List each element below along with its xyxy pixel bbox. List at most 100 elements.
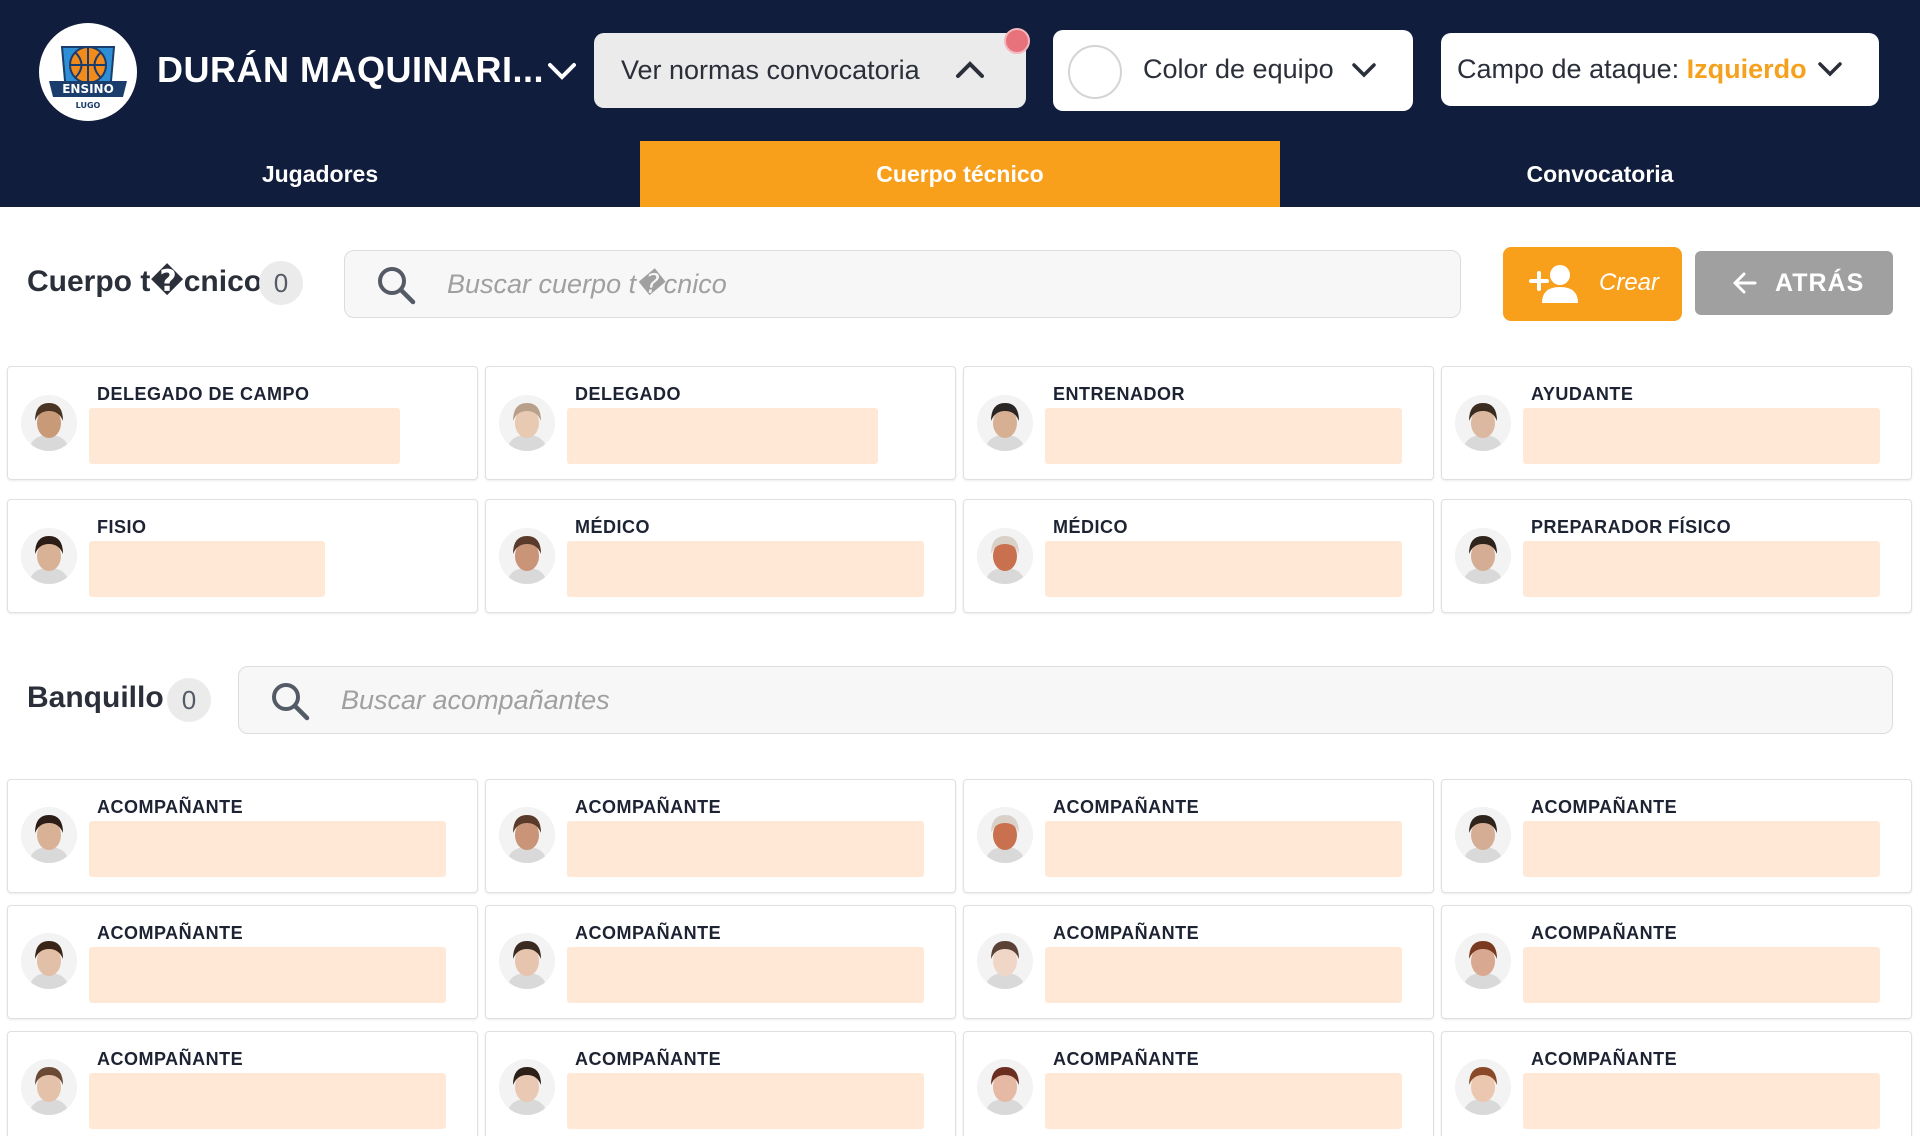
staff-count-badge: 0 — [259, 261, 303, 305]
member-name-redacted — [1523, 947, 1880, 1003]
avatar — [21, 395, 77, 451]
member-role: ACOMPAÑANTE — [97, 923, 244, 943]
chevron-up-icon — [956, 61, 984, 78]
member-role: DELEGADO DE CAMPO — [97, 384, 310, 404]
member-role: ACOMPAÑANTE — [1531, 923, 1678, 943]
avatar — [499, 807, 555, 863]
avatar — [499, 1059, 555, 1115]
staff-card[interactable]: ENTRENADOR — [963, 366, 1434, 480]
bench-count-badge: 0 — [167, 678, 211, 722]
staff-card[interactable]: MÉDICO — [963, 499, 1434, 613]
avatar — [1455, 528, 1511, 584]
bench-card[interactable]: ACOMPAÑANTE — [1441, 779, 1912, 893]
bench-card[interactable]: ACOMPAÑANTE — [963, 1031, 1434, 1136]
back-button-label: ATRÁS — [1775, 269, 1865, 297]
member-name-redacted — [567, 408, 878, 464]
search-icon — [272, 683, 310, 721]
tab-convocatoria[interactable]: Convocatoria — [1280, 141, 1920, 207]
bench-section-title: Banquillo — [27, 681, 164, 714]
member-role: FISIO — [97, 517, 147, 537]
bench-search-input[interactable]: Buscar acompañantes — [238, 666, 1893, 734]
staff-card[interactable]: MÉDICO — [485, 499, 956, 613]
avatar — [499, 528, 555, 584]
member-role: DELEGADO — [575, 384, 682, 404]
team-select-chevron-icon[interactable] — [544, 56, 580, 86]
staff-card[interactable]: FISIO — [7, 499, 478, 613]
member-name-redacted — [89, 821, 446, 877]
member-role: ACOMPAÑANTE — [1531, 797, 1678, 817]
team-color-dropdown[interactable]: Color de equipo — [1053, 30, 1413, 111]
avatar — [1455, 1059, 1511, 1115]
member-role: PREPARADOR FÍSICO — [1531, 517, 1732, 537]
avatar — [977, 933, 1033, 989]
member-name-redacted — [89, 1073, 446, 1129]
avatar — [499, 395, 555, 451]
member-role: ACOMPAÑANTE — [97, 1049, 244, 1069]
member-name-redacted — [1045, 1073, 1402, 1129]
svg-text:LUGO: LUGO — [76, 101, 101, 110]
rules-dropdown[interactable]: Ver normas convocatoria — [594, 33, 1026, 108]
svg-text:ENSINO: ENSINO — [62, 82, 114, 96]
tab-cuerpo-tecnico[interactable]: Cuerpo técnico — [640, 141, 1280, 207]
bench-card[interactable]: ACOMPAÑANTE — [7, 1031, 478, 1136]
bench-card[interactable]: ACOMPAÑANTE — [963, 905, 1434, 1019]
search-icon — [378, 267, 416, 305]
member-name-redacted — [567, 1073, 924, 1129]
member-name-redacted — [1045, 541, 1402, 597]
attack-side-dropdown[interactable]: Campo de ataque: Izquierdo — [1441, 33, 1879, 106]
tab-jugadores[interactable]: Jugadores — [0, 141, 640, 207]
member-role: MÉDICO — [575, 517, 650, 537]
team-color-swatch — [1068, 45, 1122, 99]
arrow-left-icon — [1733, 272, 1757, 294]
bench-card[interactable]: ACOMPAÑANTE — [485, 905, 956, 1019]
team-logo[interactable]: ENSINO LUGO — [39, 23, 137, 121]
member-name-redacted — [1523, 408, 1880, 464]
bench-card[interactable]: ACOMPAÑANTE — [485, 1031, 956, 1136]
bench-card[interactable]: ACOMPAÑANTE — [1441, 1031, 1912, 1136]
member-role: ACOMPAÑANTE — [1531, 1049, 1678, 1069]
bench-card[interactable]: ACOMPAÑANTE — [1441, 905, 1912, 1019]
member-role: ACOMPAÑANTE — [575, 923, 722, 943]
rules-dropdown-label: Ver normas convocatoria — [621, 55, 920, 85]
add-user-icon — [1529, 265, 1578, 303]
staff-card[interactable]: AYUDANTE — [1441, 366, 1912, 480]
create-staff-button[interactable]: Crear — [1503, 247, 1682, 321]
bench-grid: ACOMPAÑANTE ACOMPAÑANTE ACOMPAÑANTE ACOMPAÑ… — [7, 779, 1912, 1136]
staff-search-placeholder: Buscar cuerpo t�cnico — [447, 269, 727, 299]
top-header: ENSINO LUGO DURÁN MAQUINARI... Ver norma… — [0, 0, 1920, 207]
avatar — [977, 395, 1033, 451]
back-button[interactable]: ATRÁS — [1695, 251, 1893, 315]
member-role: ENTRENADOR — [1053, 384, 1186, 404]
avatar — [21, 807, 77, 863]
chevron-down-icon — [1818, 62, 1842, 77]
member-name-redacted — [89, 947, 446, 1003]
bench-card[interactable]: ACOMPAÑANTE — [485, 779, 956, 893]
member-role: ACOMPAÑANTE — [575, 797, 722, 817]
chevron-down-icon — [1352, 63, 1376, 78]
member-name-redacted — [1045, 408, 1402, 464]
bench-card[interactable]: ACOMPAÑANTE — [963, 779, 1434, 893]
member-name-redacted — [89, 541, 325, 597]
bench-card[interactable]: ACOMPAÑANTE — [7, 905, 478, 1019]
staff-card[interactable]: PREPARADOR FÍSICO — [1441, 499, 1912, 613]
bench-card[interactable]: ACOMPAÑANTE — [7, 779, 478, 893]
member-name-redacted — [567, 947, 924, 1003]
bench-search-placeholder: Buscar acompañantes — [341, 685, 610, 715]
staff-search-input[interactable]: Buscar cuerpo t�cnico — [344, 250, 1461, 318]
avatar — [499, 933, 555, 989]
member-name-redacted — [1523, 541, 1880, 597]
member-name-redacted — [1523, 821, 1880, 877]
member-name-redacted — [567, 541, 924, 597]
member-name-redacted — [1523, 1073, 1880, 1129]
attack-side-text: Campo de ataque: Izquierdo — [1457, 54, 1807, 85]
avatar — [1455, 807, 1511, 863]
staff-section-title: Cuerpo t�cnico — [27, 265, 263, 298]
staff-card[interactable]: DELEGADO — [485, 366, 956, 480]
avatar — [21, 528, 77, 584]
member-name-redacted — [1045, 947, 1402, 1003]
staff-card[interactable]: DELEGADO DE CAMPO — [7, 366, 478, 480]
avatar — [1455, 933, 1511, 989]
member-name-redacted — [1045, 821, 1402, 877]
member-name-redacted — [567, 821, 924, 877]
avatar — [21, 1059, 77, 1115]
